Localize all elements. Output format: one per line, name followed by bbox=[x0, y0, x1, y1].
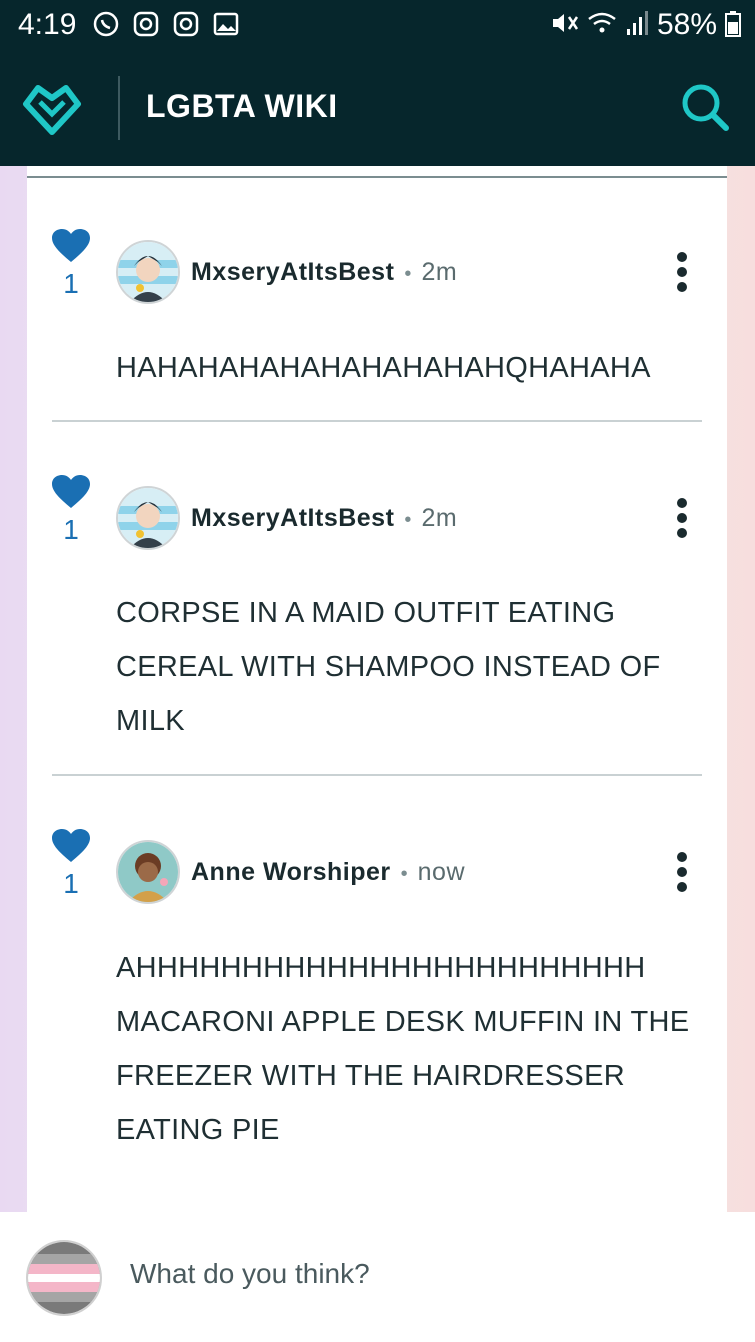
comment-divider bbox=[52, 420, 702, 422]
comment-meta: Anne Worshiper • now bbox=[191, 858, 465, 887]
comment-meta: MxseryAtItsBest • 2m bbox=[191, 504, 457, 533]
battery-percent: 58% bbox=[656, 8, 717, 41]
status-right: 58% bbox=[549, 8, 741, 42]
more-options-icon[interactable] bbox=[675, 498, 689, 538]
heart-icon[interactable] bbox=[51, 228, 91, 264]
comment-composer: What do you think? bbox=[0, 1212, 755, 1342]
comment-text: CORPSE IN A MAID OUTFIT EATING CEREAL WI… bbox=[116, 597, 661, 737]
more-options-icon[interactable] bbox=[675, 852, 689, 892]
comment-text: AHHHHHHHHHHHHHHHHHHHHHHHH MACARONI APPLE… bbox=[116, 952, 690, 1146]
app-title: LGBTA WIKI bbox=[146, 88, 338, 124]
like-button[interactable]: 1 bbox=[51, 828, 91, 900]
status-bar: 4:19 58% bbox=[0, 0, 755, 52]
mute-icon bbox=[549, 9, 579, 42]
like-button[interactable]: 1 bbox=[51, 228, 91, 300]
username[interactable]: MxseryAtItsBest bbox=[191, 504, 394, 532]
instagram-icon bbox=[172, 10, 200, 38]
username[interactable]: Anne Worshiper bbox=[191, 858, 391, 886]
timestamp: 2m bbox=[421, 504, 458, 532]
like-count: 1 bbox=[63, 868, 79, 899]
like-count: 1 bbox=[63, 514, 79, 545]
comment-meta: MxseryAtItsBest • 2m bbox=[191, 258, 457, 287]
heart-icon[interactable] bbox=[51, 474, 91, 510]
user-avatar bbox=[26, 1240, 102, 1316]
separator-dot: • bbox=[404, 509, 412, 531]
comment-divider bbox=[52, 774, 702, 776]
separator-dot: • bbox=[404, 263, 412, 285]
header-divider bbox=[118, 76, 120, 140]
timestamp: 2m bbox=[421, 258, 458, 286]
timestamp: now bbox=[417, 858, 466, 886]
instagram-icon bbox=[132, 10, 160, 38]
like-count: 1 bbox=[63, 268, 79, 299]
card-top-divider bbox=[27, 176, 727, 178]
separator-dot: • bbox=[400, 863, 408, 885]
avatar[interactable] bbox=[116, 486, 180, 550]
username[interactable]: MxseryAtItsBest bbox=[191, 258, 394, 286]
app-header: LGBTA WIKI bbox=[0, 52, 755, 166]
search-icon[interactable] bbox=[680, 82, 730, 132]
comment-text: HAHAHAHAHAHAHAHAHAHQHAHAHA bbox=[116, 352, 651, 384]
avatar[interactable] bbox=[116, 240, 180, 304]
comment-input[interactable]: What do you think? bbox=[130, 1258, 370, 1290]
heart-icon[interactable] bbox=[51, 828, 91, 864]
whatsapp-icon bbox=[92, 10, 120, 38]
heart-logo-icon[interactable] bbox=[22, 80, 82, 136]
battery-icon bbox=[725, 9, 741, 42]
signal-icon bbox=[625, 9, 649, 42]
gallery-icon bbox=[212, 10, 240, 38]
comments-card: 1 MxseryAtItsBest • 2m HAHAHAHAHAHAHAHAHAH… bbox=[27, 166, 727, 1216]
status-time: 4:19 bbox=[18, 8, 77, 41]
like-button[interactable]: 1 bbox=[51, 474, 91, 546]
more-options-icon[interactable] bbox=[675, 252, 689, 292]
wifi-icon bbox=[587, 9, 617, 42]
avatar[interactable] bbox=[116, 840, 180, 904]
notification-icons bbox=[92, 10, 240, 38]
